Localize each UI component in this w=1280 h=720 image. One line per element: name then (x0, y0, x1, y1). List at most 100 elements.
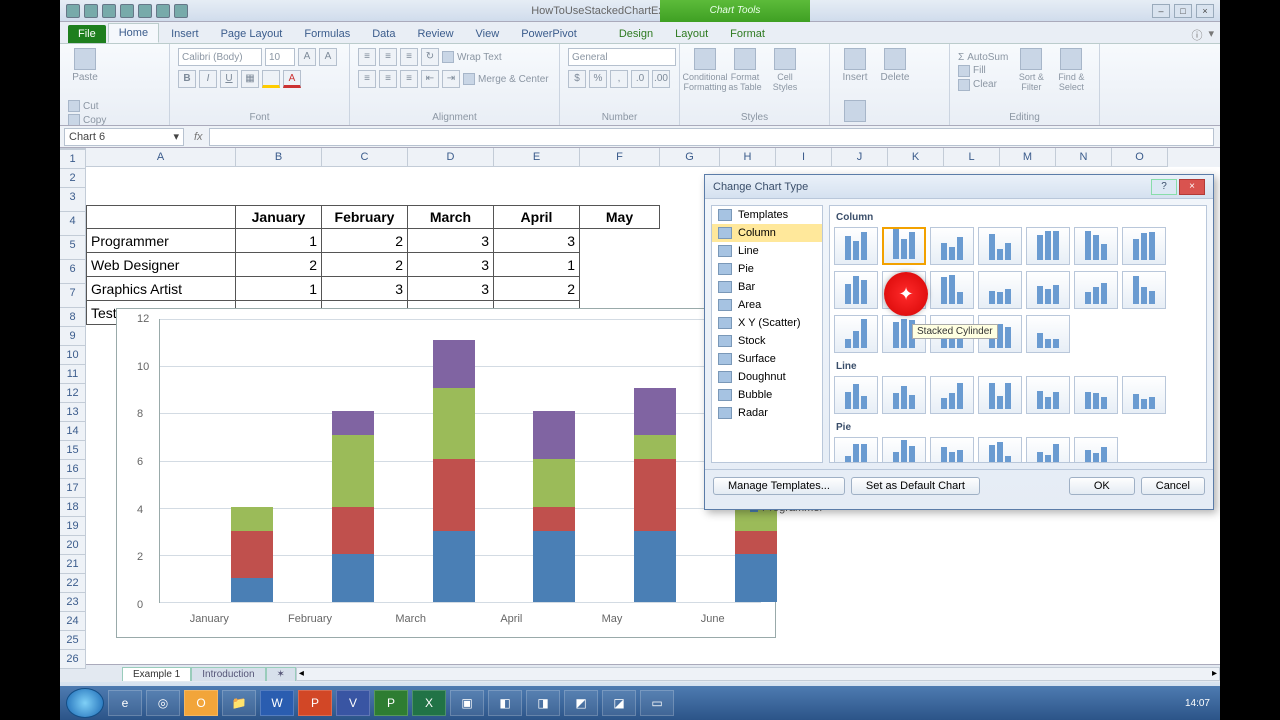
chart-subtype-thumb[interactable] (1026, 227, 1070, 265)
shrink-font-icon[interactable]: A (319, 48, 337, 66)
row-header[interactable]: 15 (60, 441, 85, 460)
tab-powerpivot[interactable]: PowerPivot (511, 25, 587, 43)
column-header[interactable]: D (408, 148, 494, 167)
row-header[interactable]: 9 (60, 327, 85, 346)
chart-gallery[interactable]: ColumnLinePie (829, 205, 1207, 463)
dialog-close-button[interactable]: × (1179, 179, 1205, 195)
set-default-chart-button[interactable]: Set as Default Chart (851, 477, 980, 495)
chart-subtype-thumb[interactable] (978, 271, 1022, 309)
row-header[interactable]: 18 (60, 498, 85, 517)
row-header[interactable]: 14 (60, 422, 85, 441)
chart-subtype-thumb[interactable] (930, 376, 974, 414)
cell[interactable]: Web Designer (86, 253, 236, 277)
name-box[interactable]: Chart 6▾ (64, 128, 184, 146)
column-header[interactable]: A (86, 148, 236, 167)
underline-button[interactable]: U (220, 70, 238, 88)
minimize-button[interactable]: – (1152, 4, 1170, 18)
fill-button[interactable]: Fill (958, 65, 1008, 77)
chart-subtype-thumb[interactable] (1026, 437, 1070, 463)
paste-button[interactable]: Paste (68, 48, 102, 94)
row-header[interactable]: 1 (60, 150, 85, 169)
start-button[interactable] (66, 688, 104, 718)
chart-subtype-thumb[interactable] (834, 271, 878, 309)
find-select-button[interactable]: Find & Select (1054, 48, 1088, 94)
font-name-selector[interactable]: Calibri (Body) (178, 48, 262, 66)
cell[interactable]: February (322, 205, 408, 229)
tab-design[interactable]: Design (609, 25, 663, 43)
row-header[interactable]: 8 (60, 308, 85, 327)
tab-insert[interactable]: Insert (161, 25, 209, 43)
cell[interactable]: Programmer (86, 229, 236, 253)
chart-type-list[interactable]: TemplatesColumnLinePieBarAreaX Y (Scatte… (711, 205, 823, 463)
taskbar-app5-icon[interactable]: ◪ (602, 690, 636, 716)
tab-file[interactable]: File (68, 25, 106, 43)
align-bot-icon[interactable]: ≡ (400, 48, 418, 66)
insert-cells-button[interactable]: Insert (838, 48, 872, 94)
chart-type-radar[interactable]: Radar (712, 404, 822, 422)
comma-icon[interactable]: , (610, 70, 628, 88)
row-header[interactable]: 16 (60, 460, 85, 479)
chart-subtype-thumb[interactable] (978, 227, 1022, 265)
open-icon[interactable] (156, 4, 170, 18)
grow-font-icon[interactable]: A (298, 48, 316, 66)
wrap-text-button[interactable]: Wrap Text (442, 48, 502, 66)
font-color-button[interactable]: A (283, 70, 301, 88)
chart-subtype-thumb[interactable] (882, 437, 926, 463)
clear-button[interactable]: Clear (958, 79, 1008, 91)
fill-color-button[interactable] (262, 70, 280, 88)
taskbar-chrome-icon[interactable]: ◎ (146, 690, 180, 716)
cell[interactable]: 3 (322, 277, 408, 301)
chart-subtype-thumb[interactable] (978, 376, 1022, 414)
chart-subtype-thumb[interactable] (834, 376, 878, 414)
chart-type-bubble[interactable]: Bubble (712, 386, 822, 404)
chart-type-line[interactable]: Line (712, 242, 822, 260)
cell[interactable]: 2 (322, 229, 408, 253)
cell[interactable]: 1 (236, 229, 322, 253)
row-header[interactable]: 23 (60, 593, 85, 612)
chart-subtype-thumb[interactable] (1074, 227, 1118, 265)
column-header[interactable]: N (1056, 148, 1112, 167)
taskbar-app2-icon[interactable]: ◧ (488, 690, 522, 716)
align-top-icon[interactable]: ≡ (358, 48, 376, 66)
cell[interactable]: 2 (236, 253, 322, 277)
chart-subtype-thumb[interactable] (1074, 437, 1118, 463)
sort-filter-button[interactable]: Sort & Filter (1014, 48, 1048, 94)
row-header[interactable]: 26 (60, 650, 85, 669)
cell[interactable]: 1 (236, 277, 322, 301)
chart-subtype-thumb[interactable] (978, 437, 1022, 463)
dec-dec-icon[interactable]: .00 (652, 70, 670, 88)
row-header[interactable]: 19 (60, 517, 85, 536)
taskbar-clock[interactable]: 14:07 (1185, 698, 1214, 709)
chart-subtype-thumb[interactable] (1074, 376, 1118, 414)
cell[interactable]: Graphics Artist (86, 277, 236, 301)
currency-icon[interactable]: $ (568, 70, 586, 88)
dec-indent-icon[interactable]: ⇤ (421, 70, 439, 88)
new-icon[interactable] (138, 4, 152, 18)
number-format-selector[interactable]: General (568, 48, 676, 66)
autosum-button[interactable]: ΣAutoSum (958, 52, 1008, 63)
cancel-button[interactable]: Cancel (1141, 477, 1205, 495)
chart-subtype-thumb[interactable] (882, 227, 926, 265)
cell[interactable]: 3 (494, 229, 580, 253)
format-table-button[interactable]: Format as Table (728, 48, 762, 94)
tab-view[interactable]: View (466, 25, 510, 43)
column-header[interactable]: J (832, 148, 888, 167)
border-button[interactable]: ▦ (241, 70, 259, 88)
taskbar-powerpoint-icon[interactable]: P (298, 690, 332, 716)
chart-subtype-thumb[interactable] (930, 271, 974, 309)
italic-button[interactable]: I (199, 70, 217, 88)
column-header[interactable]: B (236, 148, 322, 167)
chart-subtype-thumb[interactable] (834, 315, 878, 353)
orientation-icon[interactable]: ↻ (421, 48, 439, 66)
cell[interactable]: 1 (494, 253, 580, 277)
row-header[interactable]: 7 (60, 284, 85, 308)
format-cells-button[interactable]: Format (838, 100, 872, 126)
column-header[interactable]: I (776, 148, 832, 167)
row-header[interactable]: 10 (60, 346, 85, 365)
cell[interactable]: 3 (408, 253, 494, 277)
taskbar-app-icon[interactable]: ▣ (450, 690, 484, 716)
cell[interactable]: 3 (408, 277, 494, 301)
row-header[interactable]: 6 (60, 260, 85, 284)
delete-cells-button[interactable]: Delete (878, 48, 912, 94)
align-left-icon[interactable]: ≡ (358, 70, 376, 88)
